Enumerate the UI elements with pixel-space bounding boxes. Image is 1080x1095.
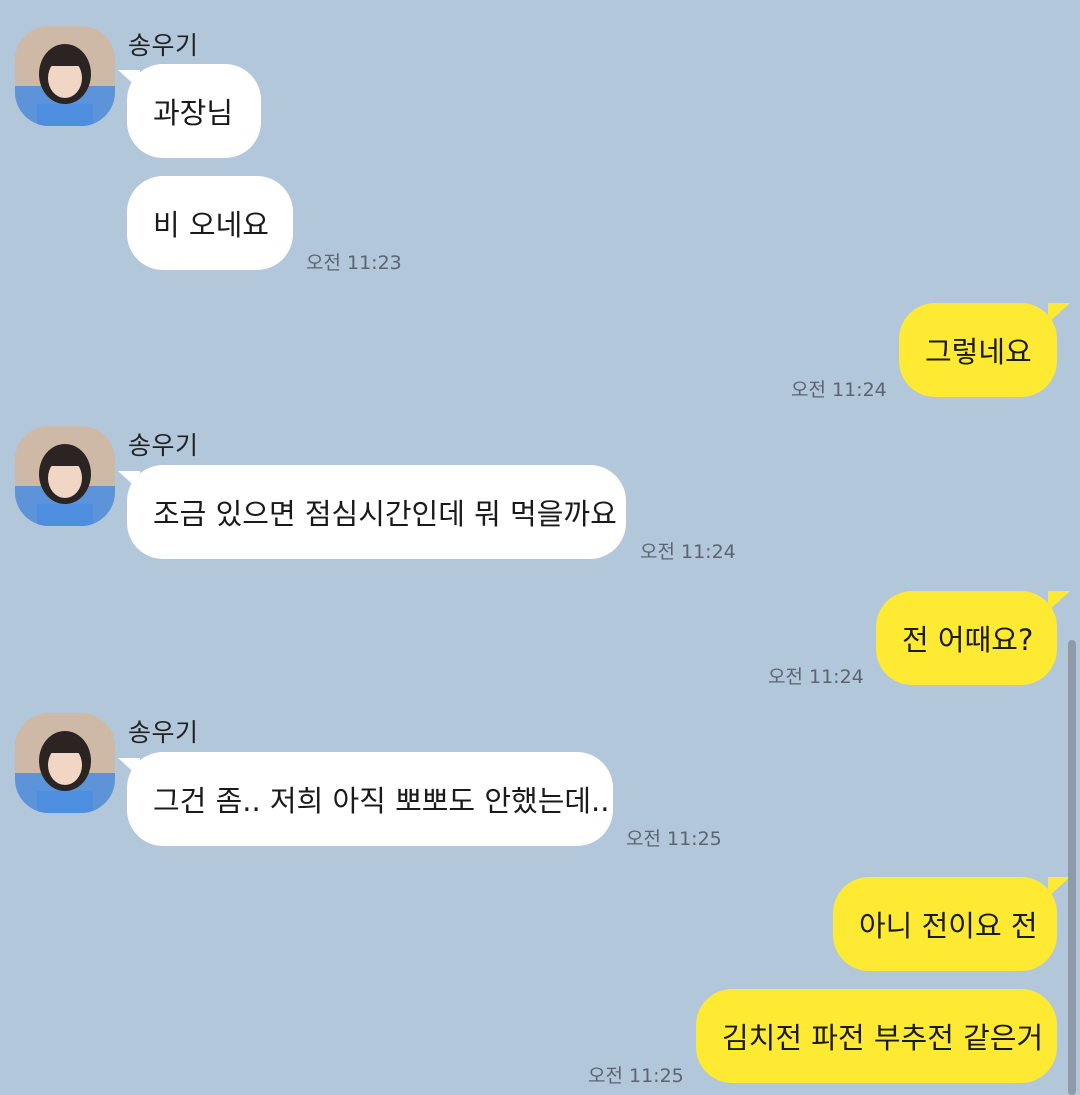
message-bubble-outgoing[interactable]: 아니 전이요 전 xyxy=(833,877,1057,971)
message-bubble-incoming[interactable]: 그건 좀.. 저희 아직 뽀뽀도 안했는데.. xyxy=(127,752,613,846)
sender-name: 송우기 xyxy=(128,431,199,460)
chat-scrollbar[interactable] xyxy=(1068,640,1076,1095)
sender-name: 송우기 xyxy=(128,31,199,60)
sender-name: 송우기 xyxy=(128,718,199,747)
bubble-tail xyxy=(1048,303,1070,323)
message-timestamp: 오전 11:23 xyxy=(306,252,402,274)
bubble-tail xyxy=(1048,877,1070,897)
message-text: 전 어때요? xyxy=(902,623,1034,657)
sender-avatar[interactable] xyxy=(15,26,115,126)
message-text: 그건 좀.. 저희 아직 뽀뽀도 안했는데.. xyxy=(153,784,610,818)
message-text: 아니 전이요 전 xyxy=(859,909,1038,943)
avatar-photo-icon xyxy=(15,26,115,126)
message-timestamp: 오전 11:24 xyxy=(791,379,887,401)
message-text: 비 오네요 xyxy=(153,208,269,242)
sender-avatar[interactable] xyxy=(15,426,115,526)
message-bubble-outgoing[interactable]: 김치전 파전 부추전 같은거 xyxy=(696,989,1057,1083)
message-timestamp: 오전 11:25 xyxy=(626,828,722,850)
message-bubble-incoming[interactable]: 과장님 xyxy=(127,64,261,158)
bubble-tail xyxy=(1048,591,1070,611)
message-bubble-incoming[interactable]: 비 오네요 xyxy=(127,176,293,270)
message-text: 김치전 파전 부추전 같은거 xyxy=(722,1021,1044,1055)
sender-avatar[interactable] xyxy=(15,713,115,813)
message-text: 조금 있으면 점심시간인데 뭐 먹을까요 xyxy=(153,497,617,531)
message-bubble-incoming[interactable]: 조금 있으면 점심시간인데 뭐 먹을까요 xyxy=(127,465,626,559)
message-timestamp: 오전 11:24 xyxy=(768,666,864,688)
avatar-photo-icon xyxy=(15,713,115,813)
message-text: 과장님 xyxy=(153,96,234,130)
avatar-photo-icon xyxy=(15,426,115,526)
message-timestamp: 오전 11:24 xyxy=(640,541,736,563)
message-bubble-outgoing[interactable]: 전 어때요? xyxy=(876,591,1057,685)
message-bubble-outgoing[interactable]: 그렇네요 xyxy=(899,303,1057,397)
message-timestamp: 오전 11:25 xyxy=(588,1065,684,1087)
message-text: 그렇네요 xyxy=(925,335,1032,369)
